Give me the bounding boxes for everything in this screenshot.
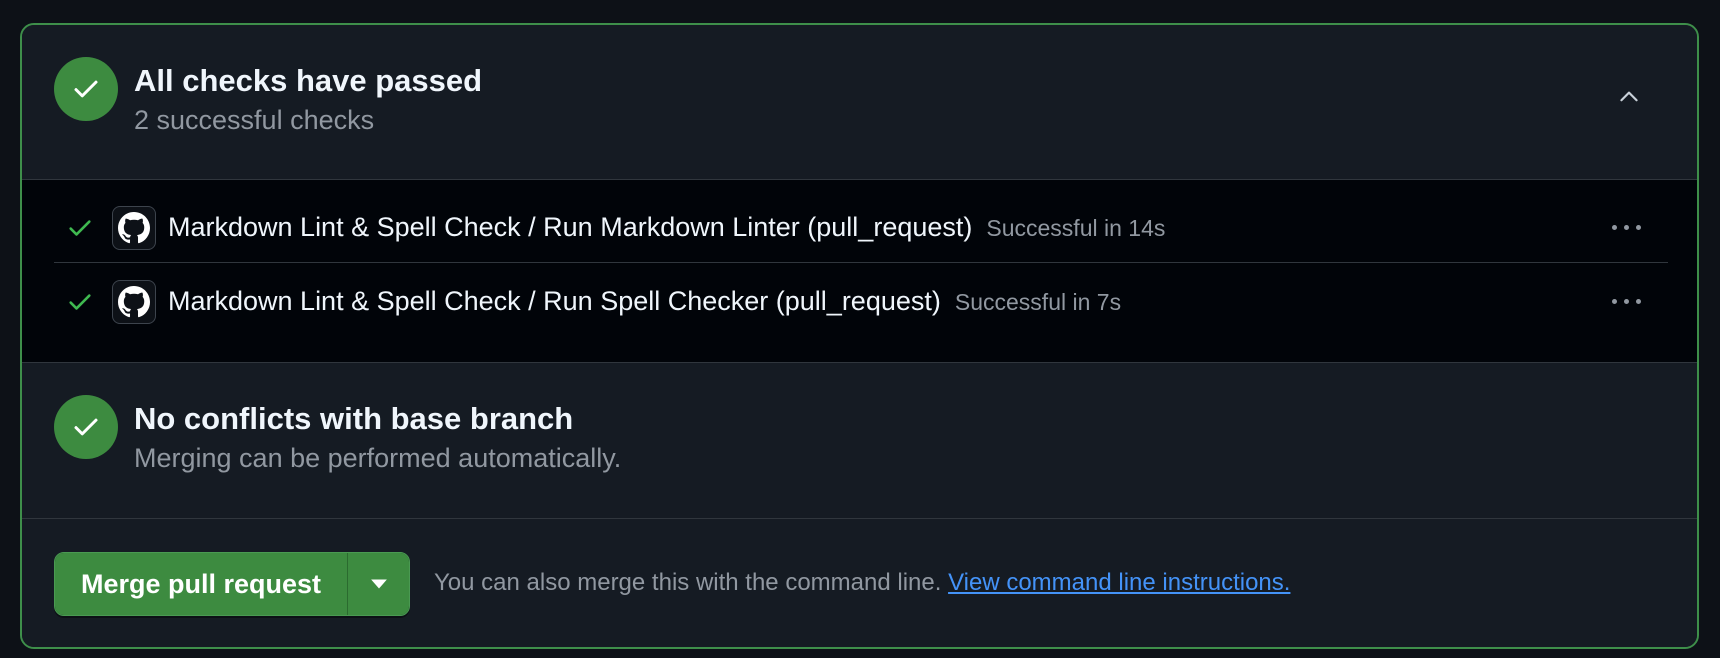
- checks-summary: All checks have passed 2 successful chec…: [22, 25, 1697, 180]
- caret-down-icon: [370, 579, 387, 589]
- merge-area: Merge pull request You can also merge th…: [22, 519, 1697, 647]
- check-row[interactable]: Markdown Lint & Spell Check / Run Markdo…: [54, 190, 1668, 263]
- command-line-instructions-link[interactable]: View command line instructions.: [948, 569, 1290, 596]
- check-icon: [69, 220, 91, 236]
- checks-list: Markdown Lint & Spell Check / Run Markdo…: [22, 180, 1697, 363]
- check-status: Successful in 7s: [954, 289, 1122, 315]
- check-more-options-button[interactable]: [1604, 284, 1648, 318]
- github-logo-icon: [112, 206, 156, 250]
- merge-button-group: Merge pull request: [54, 552, 411, 616]
- checks-passed-icon: [54, 57, 118, 121]
- checks-summary-subtitle: 2 successful checks: [134, 105, 375, 135]
- merge-pull-request-button[interactable]: Merge pull request: [55, 553, 348, 615]
- chevron-up-icon: [1620, 91, 1638, 102]
- checks-summary-title: All checks have passed: [134, 63, 483, 98]
- check-more-options-button[interactable]: [1604, 210, 1648, 244]
- check-icon: [69, 294, 91, 310]
- merge-box: All checks have passed 2 successful chec…: [20, 23, 1699, 649]
- conflicts-subtitle: Merging can be performed automatically.: [134, 443, 622, 473]
- github-logo-icon: [112, 280, 156, 324]
- check-row[interactable]: Markdown Lint & Spell Check / Run Spell …: [54, 264, 1668, 337]
- merge-method-dropdown-button[interactable]: [347, 553, 410, 615]
- conflicts-title: No conflicts with base branch: [134, 401, 574, 436]
- merge-note: You can also merge this with the command…: [434, 569, 1291, 596]
- check-name[interactable]: Markdown Lint & Spell Check / Run Markdo…: [168, 212, 1165, 243]
- no-conflicts-icon: [54, 395, 118, 459]
- check-name[interactable]: Markdown Lint & Spell Check / Run Spell …: [168, 286, 1121, 317]
- collapse-checks-button[interactable]: [1611, 79, 1647, 115]
- conflicts-section: No conflicts with base branch Merging ca…: [22, 363, 1697, 519]
- check-status: Successful in 14s: [986, 215, 1166, 241]
